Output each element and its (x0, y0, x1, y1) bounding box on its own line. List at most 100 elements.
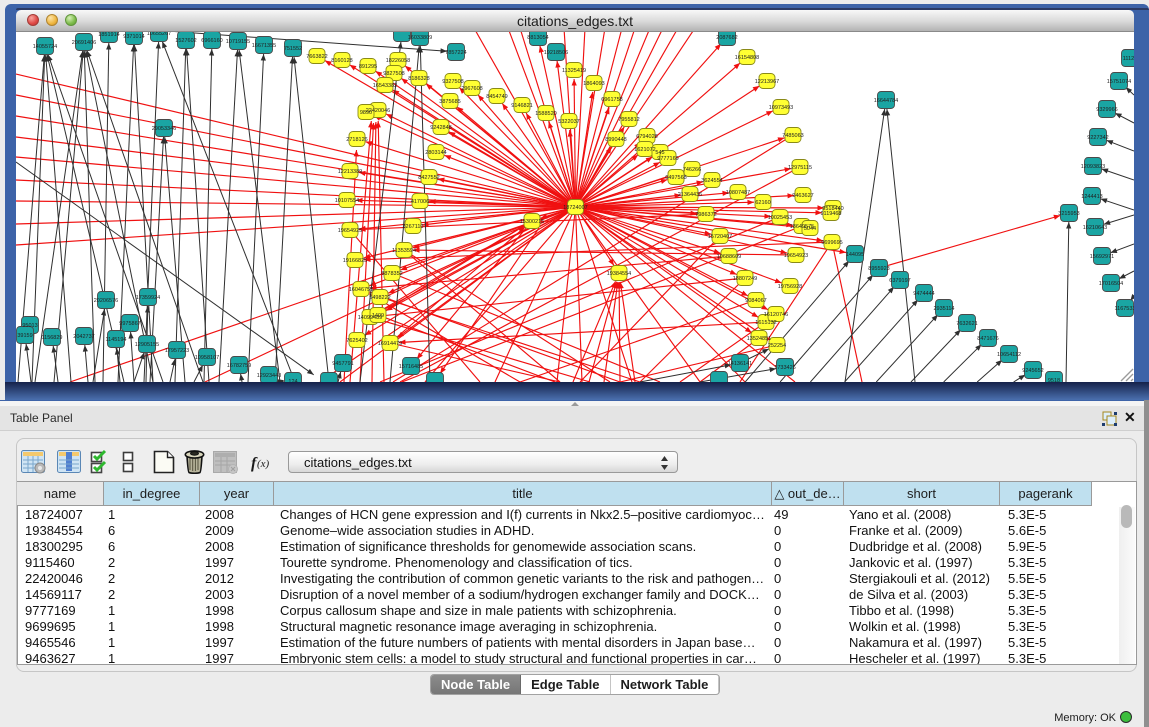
svg-text:21364436: 21364436 (678, 192, 702, 198)
svg-text:1409: 1409 (372, 313, 384, 319)
svg-text:9474444: 9474444 (913, 291, 934, 297)
svg-text:2087682: 2087682 (716, 35, 737, 41)
svg-text:9146821: 9146821 (511, 103, 532, 109)
svg-text:19384554: 19384554 (607, 271, 631, 277)
svg-text:746266: 746266 (683, 167, 701, 173)
svg-text:8990448: 8990448 (605, 137, 626, 143)
svg-text:6794028: 6794028 (636, 134, 657, 140)
svg-text:891295: 891295 (359, 64, 377, 70)
svg-text:7485063: 7485063 (782, 133, 803, 139)
svg-text:16210643: 16210643 (1083, 225, 1107, 231)
svg-text:18807249: 18807249 (733, 276, 757, 282)
svg-text:1733426: 1733426 (774, 365, 795, 371)
svg-text:12093823: 12093823 (1081, 164, 1105, 170)
svg-text:18226058: 18226058 (386, 58, 410, 64)
svg-text:12975115: 12975115 (788, 165, 812, 171)
svg-text:15751074: 15751074 (1107, 79, 1131, 85)
svg-text:(x): (x) (257, 458, 270, 470)
svg-text:6961758: 6961758 (601, 97, 622, 103)
svg-text:19166825: 19166825 (343, 258, 367, 264)
svg-text:11353594: 11353594 (392, 248, 416, 254)
svg-text:15720407: 15720407 (708, 234, 732, 240)
svg-text:9890: 9890 (360, 110, 372, 116)
svg-text:12905155: 12905155 (135, 342, 159, 348)
svg-text:5498222: 5498222 (369, 295, 390, 301)
svg-text:14055724: 14055724 (33, 44, 57, 50)
svg-text:16644784: 16644784 (874, 98, 898, 104)
svg-text:16120746: 16120746 (764, 312, 788, 318)
svg-text:15716485: 15716485 (399, 364, 423, 370)
svg-text:3267110: 3267110 (402, 224, 423, 230)
svg-text:16154808: 16154808 (735, 55, 759, 61)
svg-text:9777169: 9777169 (657, 156, 678, 162)
svg-text:751552: 751552 (284, 46, 302, 52)
svg-text:18724007: 18724007 (563, 205, 587, 211)
svg-text:9119468: 9119468 (820, 211, 841, 217)
svg-text:6966160: 6966160 (201, 38, 222, 44)
svg-text:9329966: 9329966 (1096, 107, 1117, 113)
svg-text:9227342: 9227342 (1087, 135, 1108, 141)
svg-text:39159: 39159 (17, 333, 32, 339)
svg-text:16782759: 16782759 (227, 363, 251, 369)
svg-text:95013: 95013 (22, 323, 37, 329)
svg-text:29053346: 29053346 (152, 126, 176, 132)
svg-text:2935114: 2935114 (933, 306, 954, 312)
svg-text:10654112: 10654112 (997, 352, 1021, 358)
svg-text:7955812: 7955812 (618, 117, 639, 123)
svg-text:9827508: 9827508 (383, 71, 404, 77)
svg-text:7857224: 7857224 (445, 50, 466, 56)
svg-text:7663822: 7663822 (306, 54, 327, 60)
svg-text:7986372: 7986372 (695, 212, 716, 218)
svg-text:19756928: 19756928 (778, 284, 802, 290)
svg-text:8186328: 8186328 (408, 76, 429, 82)
svg-text:1851914: 1851914 (98, 32, 119, 38)
svg-text:17957223: 17957223 (165, 348, 189, 354)
svg-text:10719155: 10719155 (226, 39, 250, 45)
svg-text:19654923: 19654923 (784, 253, 808, 259)
svg-text:9242848: 9242848 (430, 125, 451, 131)
svg-text:15300215: 15300215 (520, 219, 544, 225)
svg-text:10688609: 10688609 (717, 254, 741, 260)
svg-text:12213389: 12213389 (338, 169, 362, 175)
svg-text:8955923: 8955923 (868, 266, 889, 272)
svg-text:3215953: 3215953 (1058, 211, 1079, 217)
svg-text:3624554: 3624554 (701, 178, 722, 184)
svg-text:1145194: 1145194 (105, 337, 126, 343)
svg-text:9975867: 9975867 (119, 321, 140, 327)
svg-text:144095: 144095 (846, 252, 864, 258)
svg-text:8813054: 8813054 (527, 35, 548, 41)
svg-text:19654925: 19654925 (338, 228, 362, 234)
svg-text:2718126: 2718126 (346, 137, 367, 143)
svg-text:12213967: 12213967 (755, 79, 779, 85)
svg-text:16914479: 16914479 (378, 341, 402, 347)
svg-text:16033809: 16033809 (408, 35, 432, 41)
svg-text:20691406: 20691406 (72, 40, 96, 46)
svg-text:7625402: 7625402 (346, 338, 367, 344)
svg-text:2042737: 2042737 (73, 334, 94, 340)
svg-text:10655267: 10655267 (147, 32, 171, 37)
svg-text:9245652: 9245652 (1022, 368, 1043, 374)
svg-text:8454749: 8454749 (486, 94, 507, 100)
svg-text:9457791: 9457791 (332, 361, 353, 367)
svg-text:1621072: 1621072 (634, 147, 655, 153)
svg-text:11124: 11124 (1123, 56, 1134, 62)
svg-text:2967608: 2967608 (461, 86, 482, 92)
svg-text:3875685: 3875685 (439, 99, 460, 105)
svg-text:1588520: 1588520 (535, 111, 556, 117)
svg-text:9084067: 9084067 (745, 298, 766, 304)
svg-text:16046755: 16046755 (349, 287, 373, 293)
svg-text:13524851: 13524851 (747, 336, 771, 342)
svg-text:10107554: 10107554 (335, 198, 359, 204)
svg-text:9463627: 9463627 (792, 193, 813, 199)
svg-text:1527602: 1527602 (175, 38, 196, 44)
svg-text:6497568: 6497568 (665, 175, 686, 181)
svg-text:1864093: 1864093 (583, 81, 604, 87)
svg-text:1615132: 1615132 (755, 320, 776, 326)
svg-text:16543382: 16543382 (373, 83, 397, 89)
svg-text:20206576: 20206576 (94, 298, 118, 304)
svg-text:1156829: 1156829 (41, 335, 62, 341)
svg-text:5322037: 5322037 (558, 119, 579, 125)
svg-text:10807487: 10807487 (726, 190, 750, 196)
svg-text:1244413: 1244413 (1081, 194, 1102, 200)
svg-text:10025453: 10025453 (768, 215, 792, 221)
